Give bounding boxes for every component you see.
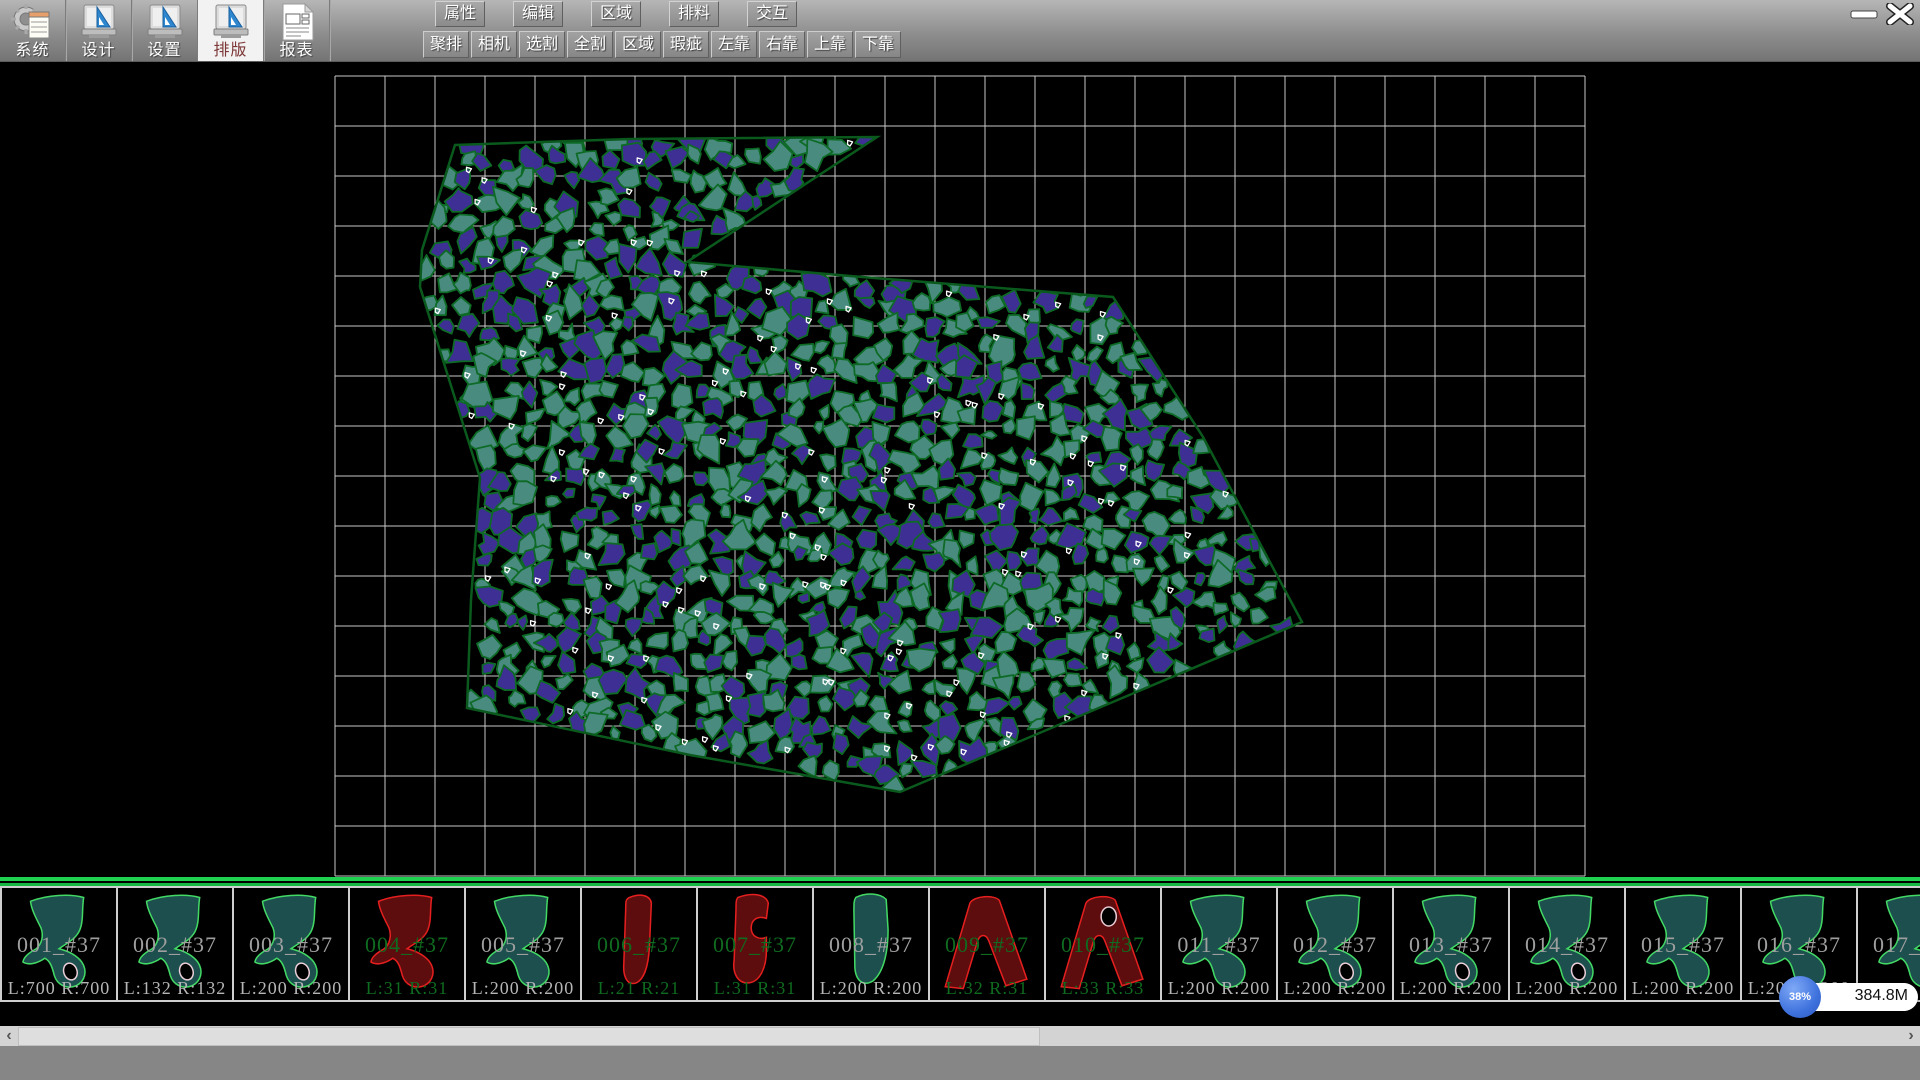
piece-name: 001_#37 [2,932,116,958]
memory-usage: 384.8M [1855,987,1908,1005]
piece-thumbnail[interactable]: 007_#37 L:31 R:31 [696,886,814,1002]
piece-thumbnail[interactable]: 002_#37 L:132 R:132 [116,886,234,1002]
piece-thumbnail[interactable]: 015_#37 L:200 R:200 [1624,886,1742,1002]
piece-name: 004_#37 [350,932,464,958]
piece-lr-count: L:200 R:200 [1510,978,1624,999]
piece-thumbnail[interactable]: 001_#37 L:700 R:700 [0,886,118,1002]
piece-name: 012_#37 [1278,932,1392,958]
tool-camera[interactable]: 相机 [471,31,517,58]
piece-name: 017_#37 [1858,932,1920,958]
piece-name: 009_#37 [930,932,1044,958]
tool-cluster-nest[interactable]: 聚排 [423,31,469,58]
minimize-button[interactable] [1848,3,1880,25]
piece-lr-count: L:200 R:200 [1278,978,1392,999]
piece-lr-count: L:200 R:200 [1626,978,1740,999]
canvas-thumbnail-separator [0,877,1920,886]
module-label: 报表 [264,36,329,60]
tab-nesting[interactable]: 排料 [669,1,719,27]
piece-name: 015_#37 [1626,932,1740,958]
piece-name: 002_#37 [118,932,232,958]
piece-thumbnail[interactable]: 009_#37 L:32 R:31 [928,886,1046,1002]
tool-cut-all[interactable]: 全割 [567,31,613,58]
module-label: 设置 [132,36,197,60]
piece-lr-count: L:700 R:700 [2,978,116,999]
piece-lr-count: L:33 R:33 [1046,978,1160,999]
tool-cut-selected[interactable]: 选割 [519,31,565,58]
tab-edit[interactable]: 编辑 [513,1,563,27]
piece-name: 003_#37 [234,932,348,958]
scrollbar-thumb[interactable] [18,1027,1040,1046]
piece-lr-count: L:200 R:200 [1394,978,1508,999]
tool-snap-top[interactable]: 上靠 [807,31,853,58]
piece-thumbnail[interactable]: 010_#37 L:33 R:33 [1044,886,1162,1002]
piece-thumbnail-strip: 001_#37 L:700 R:700002_#37 L:132 R:132003_… [0,886,1920,1004]
tool-snap-bottom[interactable]: 下靠 [855,31,901,58]
module-system[interactable]: 系统 [0,0,65,61]
piece-lr-count: L:31 R:31 [698,978,812,999]
piece-name: 007_#37 [698,932,812,958]
application-window: 系统设计设置排版报表属性编辑区域排料交互聚排相机选割全割区域瑕疵左靠右靠上靠下靠… [0,0,1920,1080]
tool-snap-right[interactable]: 右靠 [759,31,805,58]
module-divider [329,0,331,61]
piece-lr-count: L:21 R:21 [582,978,696,999]
module-label: 系统 [0,36,65,60]
piece-name: 011_#37 [1162,932,1276,958]
module-design[interactable]: 设计 [66,0,131,61]
piece-thumbnail[interactable]: 005_#37 L:200 R:200 [464,886,582,1002]
tool-defect[interactable]: 瑕疵 [663,31,709,58]
tab-properties[interactable]: 属性 [435,1,485,27]
scroll-right-icon[interactable]: › [1902,1026,1920,1046]
piece-name: 006_#37 [582,932,696,958]
piece-thumbnail[interactable]: 003_#37 L:200 R:200 [232,886,350,1002]
tab-region[interactable]: 区域 [591,1,641,27]
piece-lr-count: L:32 R:31 [930,978,1044,999]
module-report[interactable]: 报表 [264,0,329,61]
progress-indicator: 38% [1779,976,1821,1018]
scroll-left-icon[interactable]: ‹ [0,1026,18,1046]
piece-name: 016_#37 [1742,932,1856,958]
close-button[interactable] [1884,3,1916,25]
piece-thumbnail[interactable]: 013_#37 L:200 R:200 [1392,886,1510,1002]
piece-lr-count: L:31 R:31 [350,978,464,999]
toolbar: 系统设计设置排版报表属性编辑区域排料交互聚排相机选割全割区域瑕疵左靠右靠上靠下靠 [0,0,1920,62]
piece-name: 013_#37 [1394,932,1508,958]
piece-lr-count: L:200 R:200 [1162,978,1276,999]
horizontal-scrollbar[interactable]: ‹ › [0,1026,1920,1046]
tab-interactive[interactable]: 交互 [747,1,797,27]
tool-region[interactable]: 区域 [615,31,661,58]
piece-thumbnail[interactable]: 004_#37 L:31 R:31 [348,886,466,1002]
piece-thumbnail[interactable]: 008_#37 L:200 R:200 [812,886,930,1002]
status-bar [0,1046,1920,1080]
module-settings[interactable]: 设置 [132,0,197,61]
piece-name: 008_#37 [814,932,928,958]
piece-thumbnail[interactable]: 006_#37 L:21 R:21 [580,886,698,1002]
module-label: 设计 [66,36,131,60]
piece-lr-count: L:132 R:132 [118,978,232,999]
module-layout[interactable]: 排版 [198,0,263,61]
piece-name: 014_#37 [1510,932,1624,958]
piece-lr-count: L:200 R:200 [234,978,348,999]
piece-name: 010_#37 [1046,932,1160,958]
piece-name: 005_#37 [466,932,580,958]
piece-lr-count: L:200 R:200 [466,978,580,999]
module-label: 排版 [198,36,263,60]
piece-thumbnail[interactable]: 014_#37 L:200 R:200 [1508,886,1626,1002]
piece-thumbnail[interactable]: 011_#37 L:200 R:200 [1160,886,1278,1002]
tool-snap-left[interactable]: 左靠 [711,31,757,58]
piece-lr-count: L:200 R:200 [814,978,928,999]
piece-thumbnail[interactable]: 012_#37 L:200 R:200 [1276,886,1394,1002]
